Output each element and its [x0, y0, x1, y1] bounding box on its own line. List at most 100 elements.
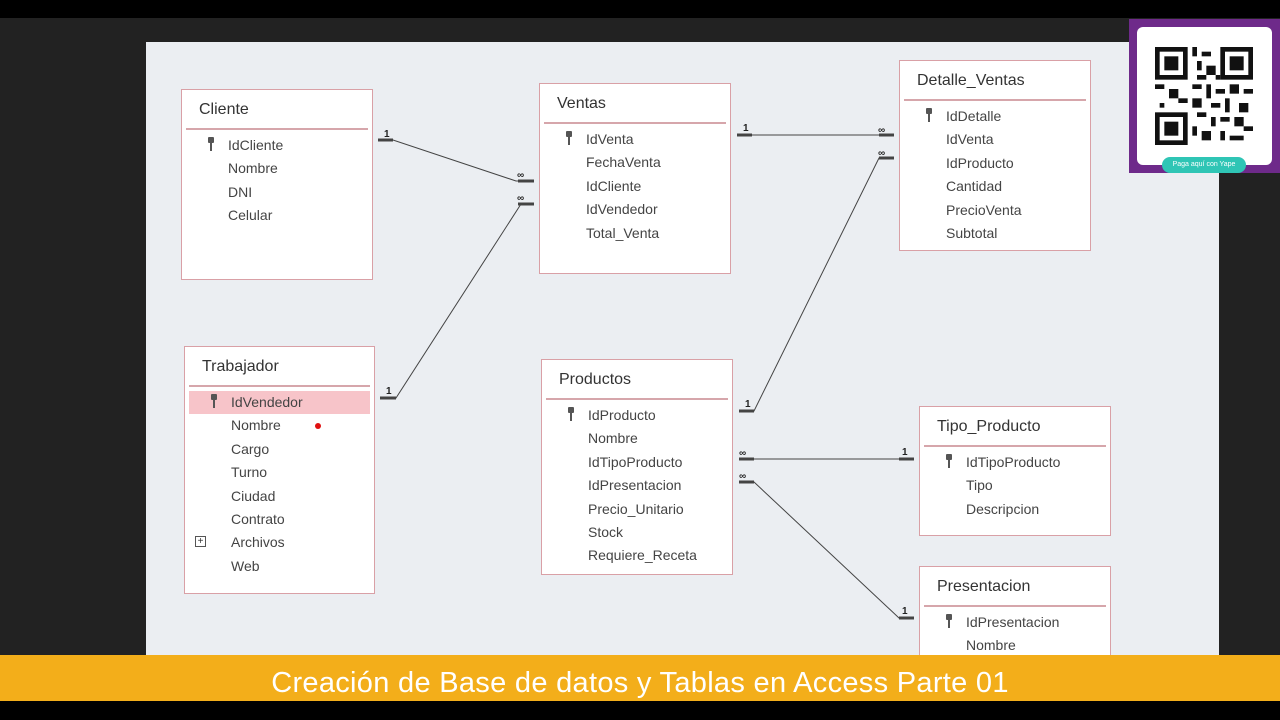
card-many-ventas-cliente: ∞	[517, 170, 524, 181]
card-many-detalle-venta: ∞	[878, 125, 885, 136]
field-name: Cantidad	[946, 178, 1003, 195]
yape-pay-button[interactable]: Paga aquí con Yape	[1162, 157, 1246, 173]
field-name: Nombre	[588, 430, 638, 447]
field-row[interactable]: + Archivos	[189, 531, 370, 554]
field-row[interactable]: Nombre	[546, 427, 728, 450]
field-row[interactable]: Descripcion	[924, 498, 1106, 521]
field-row[interactable]: IdCliente	[186, 134, 368, 157]
primary-key-icon	[926, 108, 932, 122]
field-row[interactable]: Requiere_Receta	[546, 544, 728, 567]
table-productos[interactable]: Productos IdProducto Nombre IdTipoProduc…	[541, 359, 733, 575]
field-name: IdTipoProducto	[966, 454, 1061, 470]
table-title[interactable]: Detalle_Ventas	[904, 61, 1086, 101]
field-row[interactable]: Tipo	[924, 474, 1106, 497]
card-one-trabajador: 1	[386, 386, 392, 397]
field-row[interactable]: IdTipoProducto	[546, 451, 728, 474]
title-banner: Creación de Base de datos y Tablas en Ac…	[0, 655, 1280, 701]
field-row[interactable]: Turno	[189, 461, 370, 484]
qr-code-icon	[1155, 47, 1253, 145]
field-name: IdDetalle	[946, 108, 1002, 124]
field-row[interactable]: Web	[189, 555, 370, 578]
card-many-ventas-vendedor: ∞	[517, 193, 524, 204]
table-title[interactable]: Productos	[546, 360, 728, 400]
field-row[interactable]: IdVendedor	[544, 198, 726, 221]
field-name: IdVenta	[586, 131, 634, 147]
field-name: Total_Venta	[586, 224, 660, 241]
field-row[interactable]: IdProducto	[904, 152, 1086, 175]
field-row[interactable]: Total_Venta	[544, 222, 726, 245]
field-row[interactable]: IdDetalle	[904, 105, 1086, 128]
field-row[interactable]: PrecioVenta	[904, 199, 1086, 222]
table-title[interactable]: Ventas	[544, 84, 726, 124]
field-row[interactable]: IdTipoProducto	[924, 451, 1106, 474]
field-row[interactable]: IdPresentacion	[546, 474, 728, 497]
field-row[interactable]: IdVenta	[544, 128, 726, 151]
table-title[interactable]: Cliente	[186, 90, 368, 130]
field-row[interactable]: FechaVenta	[544, 151, 726, 174]
field-row[interactable]: IdCliente	[544, 175, 726, 198]
table-presentacion[interactable]: Presentacion IdPresentacion Nombre	[919, 566, 1111, 655]
field-name: Subtotal	[946, 224, 998, 241]
field-name: PrecioVenta	[946, 201, 1022, 218]
field-name: IdVenta	[946, 131, 994, 148]
field-name: Web	[231, 557, 260, 574]
card-many-detalle-producto: ∞	[878, 148, 885, 159]
table-ventas[interactable]: Ventas IdVenta FechaVenta IdCliente IdVe…	[539, 83, 731, 274]
field-name: Nombre	[228, 160, 278, 177]
table-detalle-ventas[interactable]: Detalle_Ventas IdDetalle IdVenta IdProdu…	[899, 60, 1091, 251]
expand-plus-icon[interactable]: +	[195, 536, 206, 548]
cursor-dot-icon	[315, 423, 321, 430]
field-row[interactable]: Nombre	[189, 414, 370, 437]
primary-key-icon	[566, 131, 572, 145]
field-list: IdProducto Nombre IdTipoProducto IdPrese…	[542, 400, 732, 568]
field-name: Ciudad	[231, 487, 276, 504]
field-list: IdPresentacion Nombre	[920, 607, 1110, 655]
table-cliente[interactable]: Cliente IdCliente Nombre DNI Celular	[181, 89, 373, 280]
field-name: Stock	[588, 523, 624, 540]
rel-productos-detalle	[739, 157, 894, 412]
table-title[interactable]: Presentacion	[924, 567, 1106, 607]
field-list: IdCliente Nombre DNI Celular	[182, 130, 372, 228]
table-tipo-producto[interactable]: Tipo_Producto IdTipoProducto Tipo Descri…	[919, 406, 1111, 536]
field-name: IdPresentacion	[966, 614, 1060, 630]
field-name: Contrato	[231, 510, 285, 527]
field-row[interactable]: Ciudad	[189, 485, 370, 508]
field-row[interactable]: Precio_Unitario	[546, 498, 728, 521]
primary-key-icon	[211, 394, 217, 408]
primary-key-icon	[208, 137, 214, 151]
table-title[interactable]: Trabajador	[189, 347, 370, 387]
field-row[interactable]: IdVenta	[904, 128, 1086, 151]
field-row[interactable]: Nombre	[186, 157, 368, 180]
card-one-cliente: 1	[384, 129, 390, 140]
field-row[interactable]: Cargo	[189, 438, 370, 461]
field-row[interactable]: Celular	[186, 204, 368, 227]
field-row[interactable]: Stock	[546, 521, 728, 544]
field-row[interactable]: Subtotal	[904, 222, 1086, 245]
card-one-presentacion: 1	[902, 606, 908, 617]
field-row[interactable]: Cantidad	[904, 175, 1086, 198]
field-row[interactable]: IdProducto	[546, 404, 728, 427]
field-row[interactable]: DNI	[186, 181, 368, 204]
field-name: Turno	[231, 464, 268, 481]
bottom-black-bar	[0, 701, 1280, 720]
banner-title: Creación de Base de datos y Tablas en Ac…	[271, 667, 1009, 699]
field-name: Requiere_Receta	[588, 547, 697, 564]
field-row-selected[interactable]: IdVendedor	[189, 391, 370, 415]
field-name: FechaVenta	[586, 154, 661, 171]
top-black-bar	[0, 0, 1280, 18]
field-name: Nombre	[966, 637, 1016, 654]
field-row[interactable]: Nombre	[924, 634, 1106, 655]
field-name: IdCliente	[586, 177, 642, 194]
primary-key-icon	[568, 407, 574, 421]
field-name: Tipo	[966, 477, 993, 494]
field-list: IdVenta FechaVenta IdCliente IdVendedor …	[540, 124, 730, 245]
field-row[interactable]: IdPresentacion	[924, 611, 1106, 634]
field-name: IdProducto	[946, 154, 1014, 171]
card-many-productos-presentacion: ∞	[739, 471, 746, 482]
yape-qr-panel: Paga aquí con Yape	[1129, 19, 1280, 173]
qr-card: Paga aquí con Yape	[1137, 27, 1272, 173]
table-title[interactable]: Tipo_Producto	[924, 407, 1106, 447]
table-trabajador[interactable]: Trabajador IdVendedor Nombre Cargo Turno…	[184, 346, 375, 594]
field-row[interactable]: Contrato	[189, 508, 370, 531]
field-name: Precio_Unitario	[588, 500, 684, 517]
